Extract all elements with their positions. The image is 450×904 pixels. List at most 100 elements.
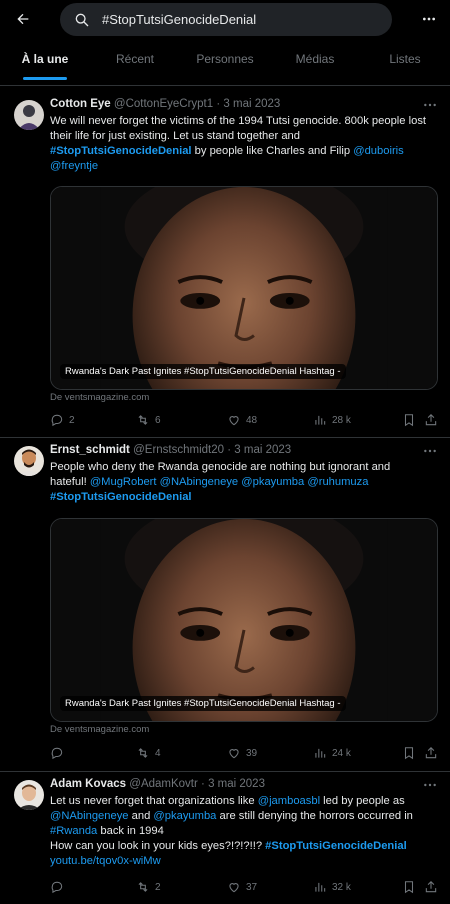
author-handle[interactable]: @CottonEyeCrypt1 [114,98,213,110]
tab-media[interactable]: Médias [270,40,360,86]
text-segment: and [128,810,154,822]
back-button[interactable] [12,8,34,30]
avatar[interactable] [14,100,44,130]
tweet[interactable]: Cotton Eye @CottonEyeCrypt1 · 3 mai 2023… [0,92,450,438]
like-count: 37 [246,881,258,893]
bookmark-button[interactable] [402,746,416,760]
link-card[interactable]: Rwanda's Dark Past Ignites #StopTutsiGen… [50,518,438,722]
speech-bubble-icon [51,414,63,427]
bookmark-button[interactable] [402,413,416,427]
bookmark-icon [404,881,414,894]
more-options-button[interactable] [418,8,440,30]
author-handle[interactable]: @Ernstschmidt20 [133,444,224,456]
mention-link[interactable]: @pkayumba [241,476,304,488]
hashtag-link[interactable]: #StopTutsiGenocideDenial [50,491,192,503]
mention-link[interactable]: @NAbingeneye [50,810,129,822]
share-icon [425,881,437,893]
like-button[interactable]: 48 [227,413,257,427]
hashtag-link[interactable]: #StopTutsiGenocideDenial [265,840,407,852]
text-segment: back in 1994 [97,825,164,837]
mention-link[interactable]: @pkayumba [153,810,216,822]
ellipsis-icon [423,17,435,21]
card-source[interactable]: De ventsmagazine.com [50,392,149,403]
tweet-text: We will never forget the victims of the … [50,114,430,174]
tab-people[interactable]: Personnes [180,40,270,86]
bookmark-button[interactable] [402,880,416,894]
mention-link[interactable]: @MugRobert [90,476,157,488]
bookmark-icon [404,414,414,427]
bar-chart-icon [315,882,326,892]
reply-button[interactable] [50,746,69,760]
card-caption: Rwanda's Dark Past Ignites #StopTutsiGen… [60,696,346,711]
reply-button[interactable]: 2 [50,413,75,427]
share-button[interactable] [424,746,438,760]
heart-icon [229,883,239,893]
ellipsis-icon [424,103,436,107]
separator: · [216,98,221,110]
tweet-date[interactable]: 3 mai 2023 [234,444,291,456]
tweet-date[interactable]: 3 mai 2023 [223,98,280,110]
hashtag-link[interactable]: #Rwanda [50,825,97,837]
magnifier-icon [74,12,90,28]
avatar[interactable] [14,446,44,476]
tweet-actions: 2 37 32 k [50,880,440,898]
text-segment: by people like Charles and Filip [191,145,354,157]
views-button[interactable]: 32 k [313,880,351,894]
retweet-button[interactable]: 2 [136,880,161,894]
url-link[interactable]: youtu.be/tqov0x-wiMw [50,855,161,867]
like-button[interactable]: 37 [227,880,257,894]
mention-link[interactable]: @NAbingeneye [160,476,239,488]
author-name[interactable]: Ernst_schmidt [50,444,130,456]
link-card[interactable]: Rwanda's Dark Past Ignites #StopTutsiGen… [50,186,438,390]
tweet[interactable]: Ernst_schmidt @Ernstschmidt20 · 3 mai 20… [0,438,450,772]
separator: · [201,778,205,790]
views-count: 24 k [332,747,351,759]
text-segment: How can you look in your kids eyes?!?!?!… [50,840,266,852]
search-header: #StopTutsiGenocideDenial À la une Récent… [0,0,450,86]
tweet-more-button[interactable] [422,778,440,792]
mention-link[interactable]: @jamboasbl [258,795,320,807]
tab-top[interactable]: À la une [0,40,90,86]
avatar[interactable] [14,780,44,810]
mention-link[interactable]: @duboiris [353,145,404,157]
author-handle[interactable]: @AdamKovtr [129,778,198,790]
tweet-text: Let us never forget that organizations l… [50,794,430,869]
views-button[interactable]: 24 k [313,746,351,760]
tweet-header: Adam Kovacs @AdamKovtr · 3 mai 2023 [50,778,265,790]
card-source[interactable]: De ventsmagazine.com [50,724,149,735]
mention-link[interactable]: @freyntje [50,160,98,172]
search-input[interactable]: #StopTutsiGenocideDenial [60,3,392,36]
tweet-actions: 2 6 48 28 k [50,413,440,431]
card-image [51,187,437,389]
tweet-more-button[interactable] [422,444,440,458]
retweet-button[interactable]: 4 [136,746,161,760]
tweet-date[interactable]: 3 mai 2023 [208,778,265,790]
tweet-actions: 4 39 24 k [50,746,440,764]
share-button[interactable] [424,880,438,894]
mention-link[interactable]: @ruhumuza [307,476,368,488]
share-button[interactable] [424,413,438,427]
author-name[interactable]: Adam Kovacs [50,778,126,790]
views-count: 28 k [332,414,351,426]
heart-icon [229,749,239,759]
tweet-header: Cotton Eye @CottonEyeCrypt1 · 3 mai 2023 [50,98,280,110]
hashtag-link[interactable]: #StopTutsiGenocideDenial [50,145,192,157]
views-button[interactable]: 28 k [313,413,351,427]
views-count: 32 k [332,881,351,893]
arrow-left-icon [17,13,29,25]
reply-button[interactable] [50,880,69,894]
like-button[interactable]: 39 [227,746,257,760]
reply-count: 2 [69,414,75,426]
tab-latest[interactable]: Récent [90,40,180,86]
text-segment: Let us never forget that organizations l… [50,795,258,807]
bar-chart-icon [315,748,326,758]
author-name[interactable]: Cotton Eye [50,98,111,110]
text-segment: led by people as [320,795,405,807]
text-segment: are still denying the horrors occurred i… [216,810,413,822]
tweet[interactable]: Adam Kovacs @AdamKovtr · 3 mai 2023 Let … [0,772,450,904]
tweet-more-button[interactable] [422,98,440,112]
like-count: 39 [246,747,258,759]
card-image [51,519,437,721]
retweet-button[interactable]: 6 [136,413,161,427]
tab-lists[interactable]: Listes [360,40,450,86]
